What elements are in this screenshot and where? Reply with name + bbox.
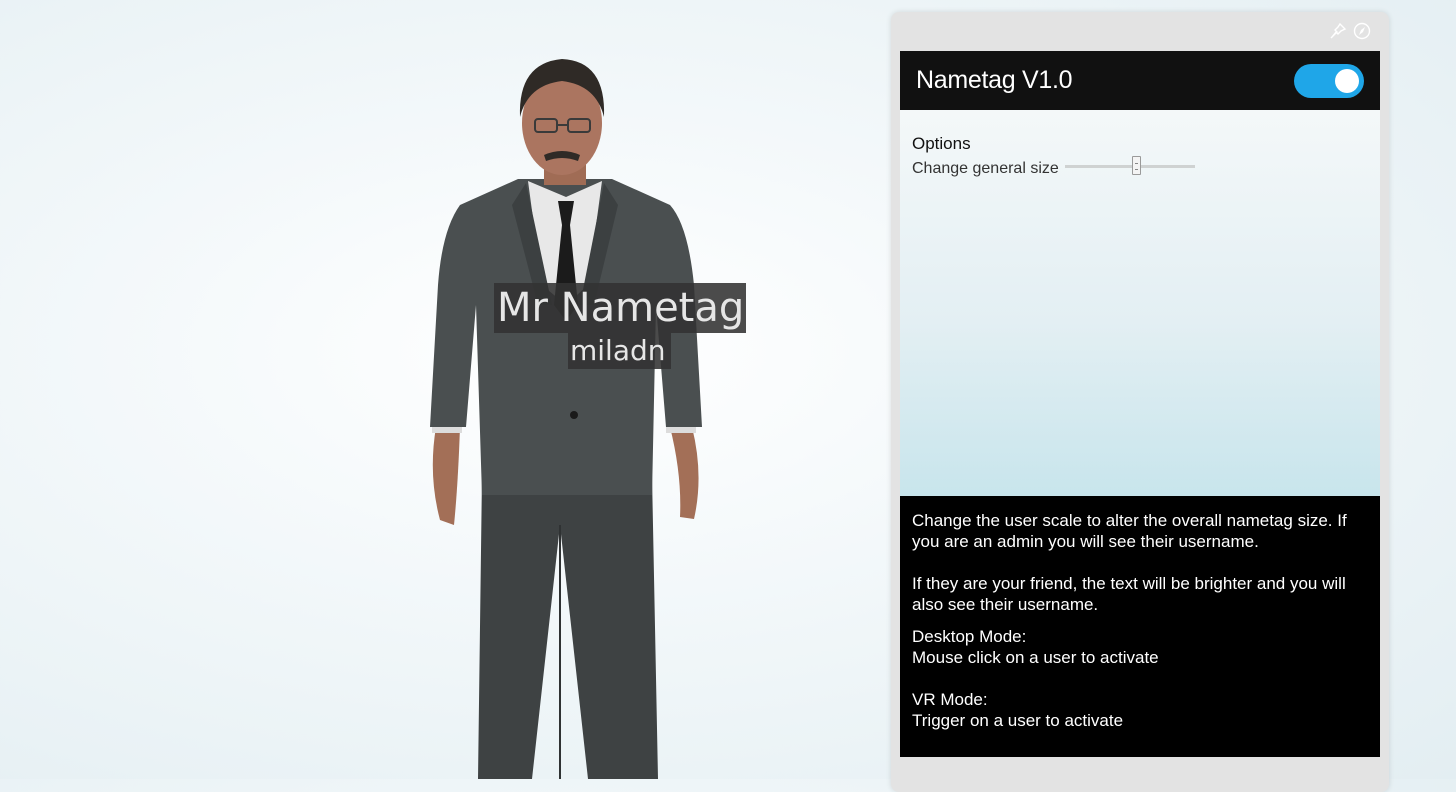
app-title: Nametag V1.0	[916, 66, 1073, 94]
nametag-app-panel: Nametag V1.0 Options Change general size…	[900, 51, 1380, 757]
size-label: Change general size	[912, 160, 1059, 177]
size-slider[interactable]	[1064, 156, 1195, 176]
options-title: Options	[912, 134, 971, 153]
vr-mode-title: VR Mode:	[912, 690, 988, 709]
desktop-mode-title: Desktop Mode:	[912, 627, 1027, 646]
help-text-scale: Change the user scale to alter the overa…	[912, 511, 1347, 551]
scene-viewport[interactable]: Mr Nametag miladn	[0, 0, 890, 779]
nametag-username: miladn	[568, 333, 671, 369]
compass-icon[interactable]	[1353, 22, 1371, 40]
vr-mode-text: Trigger on a user to activate	[912, 711, 1124, 730]
slider-thumb[interactable]	[1131, 156, 1141, 175]
toggle-knob	[1335, 68, 1359, 93]
slider-track	[1064, 165, 1195, 168]
app-header: Nametag V1.0	[900, 51, 1380, 110]
enable-toggle[interactable]	[1294, 63, 1364, 98]
size-row: Change general size	[912, 156, 1368, 178]
avatar-figure[interactable]	[420, 55, 710, 779]
help-text-friend: If they are your friend, the text will b…	[912, 574, 1346, 614]
window-controls	[1329, 22, 1371, 40]
options-section: Options Change general size	[900, 110, 1380, 496]
help-section: Change the user scale to alter the overa…	[900, 496, 1380, 757]
pin-icon[interactable]	[1329, 22, 1347, 40]
nametag-display-name: Mr Nametag	[494, 283, 746, 333]
desktop-mode-text: Mouse click on a user to activate	[912, 648, 1159, 667]
tablet-window: Nametag V1.0 Options Change general size…	[891, 12, 1389, 792]
